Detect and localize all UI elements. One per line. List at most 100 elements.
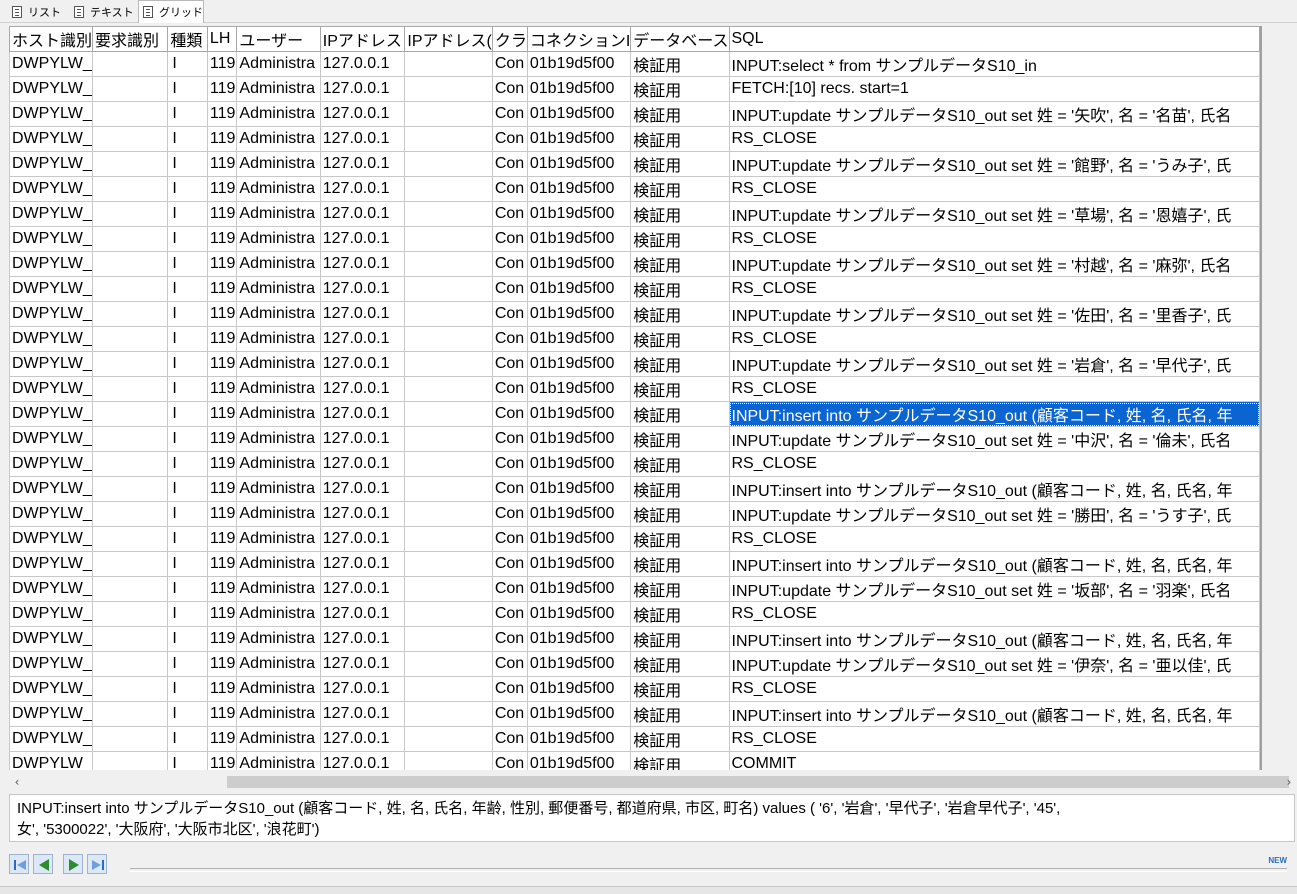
cell-sql[interactable]: INPUT:insert into サンプルデータS10_out (顧客コード,… bbox=[728, 476, 1260, 502]
cell-cls[interactable]: Con bbox=[491, 151, 528, 177]
first-button[interactable] bbox=[9, 854, 29, 874]
cell-db[interactable]: 検証用 bbox=[630, 126, 730, 152]
cell-ip2[interactable] bbox=[404, 751, 493, 770]
table-row[interactable]: DWPYLW_ I 119 Administra 127.0.0.1 Con 01b19d5… bbox=[9, 326, 1260, 352]
cell-req[interactable] bbox=[92, 176, 169, 202]
cell-req[interactable] bbox=[92, 576, 169, 602]
cell-conn[interactable]: 01b19d5f00 bbox=[526, 276, 632, 302]
cell-user[interactable]: Administra bbox=[236, 501, 321, 527]
cell-cls[interactable]: Con bbox=[491, 701, 528, 727]
cell-db[interactable]: 検証用 bbox=[630, 626, 730, 652]
cell-cls[interactable]: Con bbox=[491, 401, 528, 427]
cell-ip2[interactable] bbox=[404, 551, 493, 577]
cell-user[interactable]: Administra bbox=[236, 226, 321, 252]
cell-host[interactable]: DWPYLW_ bbox=[9, 351, 94, 377]
cell-user[interactable]: Administra bbox=[236, 576, 321, 602]
table-row[interactable]: DWPYLW_ I 119 Administra 127.0.0.1 Con 01b19d5… bbox=[9, 376, 1260, 402]
cell-lh[interactable]: 119 bbox=[206, 351, 238, 377]
cell-db[interactable]: 検証用 bbox=[630, 376, 730, 402]
cell-req[interactable] bbox=[92, 551, 169, 577]
cell-ip[interactable]: 127.0.0.1 bbox=[319, 676, 406, 702]
cell-user[interactable]: Administra bbox=[236, 551, 321, 577]
cell-ip[interactable]: 127.0.0.1 bbox=[319, 226, 406, 252]
cell-db[interactable]: 検証用 bbox=[630, 301, 730, 327]
cell-conn[interactable]: 01b19d5f00 bbox=[526, 426, 632, 452]
cell-host[interactable]: DWPYLW_ bbox=[9, 676, 94, 702]
cell-cls[interactable]: Con bbox=[491, 351, 528, 377]
cell-ip2[interactable] bbox=[404, 351, 493, 377]
cell-host[interactable]: DWPYLW_ bbox=[9, 126, 94, 152]
cell-cls[interactable]: Con bbox=[491, 476, 528, 502]
cell-lh[interactable]: 119 bbox=[206, 226, 238, 252]
cell-conn[interactable]: 01b19d5f00 bbox=[526, 751, 632, 770]
cell-host[interactable]: DWPYLW_ bbox=[9, 101, 94, 127]
cell-user[interactable]: Administra bbox=[236, 376, 321, 402]
cell-kind[interactable]: I bbox=[167, 201, 208, 227]
table-row[interactable]: DWPYLW_ I 119 Administra 127.0.0.1 Con 01b19d5… bbox=[9, 51, 1260, 77]
cell-ip2[interactable] bbox=[404, 201, 493, 227]
cell-cls[interactable]: Con bbox=[491, 501, 528, 527]
cell-sql[interactable]: RS_CLOSE bbox=[728, 376, 1260, 402]
cell-db[interactable]: 検証用 bbox=[630, 176, 730, 202]
cell-lh[interactable]: 119 bbox=[206, 51, 238, 77]
sql-log-grid[interactable]: ホスト識別 要求識別 種類 LH ユーザー IPアドレス IPアドレス(クラ コネクションI デ… bbox=[9, 26, 1260, 770]
cell-lh[interactable]: 119 bbox=[206, 476, 238, 502]
cell-req[interactable] bbox=[92, 276, 169, 302]
cell-db[interactable]: 検証用 bbox=[630, 501, 730, 527]
cell-ip2[interactable] bbox=[404, 651, 493, 677]
next-button[interactable] bbox=[63, 854, 83, 874]
cell-db[interactable]: 検証用 bbox=[630, 701, 730, 727]
cell-sql[interactable]: INPUT:insert into サンプルデータS10_out (顧客コード,… bbox=[728, 551, 1260, 577]
cell-ip2[interactable] bbox=[404, 301, 493, 327]
cell-cls[interactable]: Con bbox=[491, 551, 528, 577]
cell-kind[interactable]: I bbox=[167, 626, 208, 652]
cell-cls[interactable]: Con bbox=[491, 276, 528, 302]
cell-lh[interactable]: 119 bbox=[206, 151, 238, 177]
cell-req[interactable] bbox=[92, 476, 169, 502]
cell-host[interactable]: DWPYLW_ bbox=[9, 501, 94, 527]
cell-ip2[interactable] bbox=[404, 426, 493, 452]
cell-conn[interactable]: 01b19d5f00 bbox=[526, 701, 632, 727]
cell-sql[interactable]: INPUT:update サンプルデータS10_out set 姓 = '勝田'… bbox=[728, 501, 1260, 527]
cell-db[interactable]: 検証用 bbox=[630, 476, 730, 502]
cell-req[interactable] bbox=[92, 326, 169, 352]
cell-ip2[interactable] bbox=[404, 76, 493, 102]
cell-user[interactable]: Administra bbox=[236, 701, 321, 727]
cell-lh[interactable]: 119 bbox=[206, 301, 238, 327]
cell-user[interactable]: Administra bbox=[236, 626, 321, 652]
cell-sql[interactable]: FETCH:[10] recs. start=1 bbox=[728, 76, 1260, 102]
cell-ip2[interactable] bbox=[404, 451, 493, 477]
cell-cls[interactable]: Con bbox=[491, 426, 528, 452]
cell-ip2[interactable] bbox=[404, 526, 493, 552]
cell-cls[interactable]: Con bbox=[491, 751, 528, 770]
tab-grid[interactable]: グリッド bbox=[138, 0, 204, 23]
cell-host[interactable]: DWPYLW_ bbox=[9, 326, 94, 352]
cell-ip[interactable]: 127.0.0.1 bbox=[319, 626, 406, 652]
cell-lh[interactable]: 119 bbox=[206, 726, 238, 752]
cell-user[interactable]: Administra bbox=[236, 476, 321, 502]
cell-ip2[interactable] bbox=[404, 476, 493, 502]
cell-ip[interactable]: 127.0.0.1 bbox=[319, 251, 406, 277]
cell-req[interactable] bbox=[92, 376, 169, 402]
cell-lh[interactable]: 119 bbox=[206, 326, 238, 352]
cell-db[interactable]: 検証用 bbox=[630, 276, 730, 302]
cell-lh[interactable]: 119 bbox=[206, 376, 238, 402]
cell-user[interactable]: Administra bbox=[236, 76, 321, 102]
cell-sql[interactable]: RS_CLOSE bbox=[728, 226, 1260, 252]
cell-lh[interactable]: 119 bbox=[206, 626, 238, 652]
cell-sql[interactable]: INPUT:update サンプルデータS10_out set 姓 = '村越'… bbox=[728, 251, 1260, 277]
cell-ip2[interactable] bbox=[404, 701, 493, 727]
cell-user[interactable]: Administra bbox=[236, 151, 321, 177]
cell-conn[interactable]: 01b19d5f00 bbox=[526, 351, 632, 377]
cell-sql[interactable]: INPUT:update サンプルデータS10_out set 姓 = '館野'… bbox=[728, 151, 1260, 177]
cell-cls[interactable]: Con bbox=[491, 451, 528, 477]
cell-conn[interactable]: 01b19d5f00 bbox=[526, 226, 632, 252]
cell-kind[interactable]: I bbox=[167, 51, 208, 77]
cell-user[interactable]: Administra bbox=[236, 126, 321, 152]
cell-conn[interactable]: 01b19d5f00 bbox=[526, 201, 632, 227]
cell-req[interactable] bbox=[92, 601, 169, 627]
cell-sql[interactable]: INPUT:update サンプルデータS10_out set 姓 = '矢吹'… bbox=[728, 101, 1260, 127]
cell-conn[interactable]: 01b19d5f00 bbox=[526, 326, 632, 352]
cell-kind[interactable]: I bbox=[167, 326, 208, 352]
cell-kind[interactable]: I bbox=[167, 651, 208, 677]
